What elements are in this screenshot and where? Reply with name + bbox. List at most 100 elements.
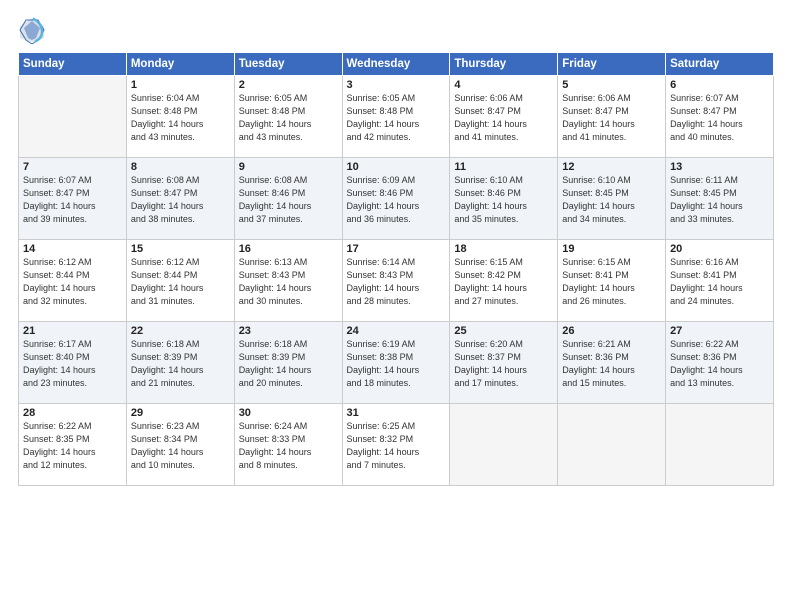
- day-number: 2: [239, 79, 338, 91]
- day-info: Sunrise: 6:11 AMSunset: 8:45 PMDaylight:…: [670, 174, 769, 226]
- calendar-day-cell: 13Sunrise: 6:11 AMSunset: 8:45 PMDayligh…: [666, 158, 774, 240]
- calendar-day-cell: 21Sunrise: 6:17 AMSunset: 8:40 PMDayligh…: [19, 322, 127, 404]
- day-number: 1: [131, 79, 230, 91]
- day-info: Sunrise: 6:07 AMSunset: 8:47 PMDaylight:…: [23, 174, 122, 226]
- calendar-day-cell: 4Sunrise: 6:06 AMSunset: 8:47 PMDaylight…: [450, 76, 558, 158]
- day-number: 7: [23, 161, 122, 173]
- calendar-day-cell: 15Sunrise: 6:12 AMSunset: 8:44 PMDayligh…: [126, 240, 234, 322]
- calendar-day-cell: 10Sunrise: 6:09 AMSunset: 8:46 PMDayligh…: [342, 158, 450, 240]
- day-info: Sunrise: 6:15 AMSunset: 8:41 PMDaylight:…: [562, 256, 661, 308]
- day-number: 23: [239, 325, 338, 337]
- weekday-header: Friday: [558, 53, 666, 76]
- day-number: 16: [239, 243, 338, 255]
- calendar-day-cell: [558, 404, 666, 486]
- calendar-header-row: SundayMondayTuesdayWednesdayThursdayFrid…: [19, 53, 774, 76]
- day-number: 26: [562, 325, 661, 337]
- calendar-day-cell: 14Sunrise: 6:12 AMSunset: 8:44 PMDayligh…: [19, 240, 127, 322]
- day-info: Sunrise: 6:05 AMSunset: 8:48 PMDaylight:…: [239, 92, 338, 144]
- day-number: 24: [347, 325, 446, 337]
- day-info: Sunrise: 6:08 AMSunset: 8:46 PMDaylight:…: [239, 174, 338, 226]
- weekday-header: Wednesday: [342, 53, 450, 76]
- day-info: Sunrise: 6:07 AMSunset: 8:47 PMDaylight:…: [670, 92, 769, 144]
- calendar-day-cell: 26Sunrise: 6:21 AMSunset: 8:36 PMDayligh…: [558, 322, 666, 404]
- calendar-day-cell: 29Sunrise: 6:23 AMSunset: 8:34 PMDayligh…: [126, 404, 234, 486]
- day-number: 6: [670, 79, 769, 91]
- day-number: 18: [454, 243, 553, 255]
- day-number: 10: [347, 161, 446, 173]
- day-number: 5: [562, 79, 661, 91]
- day-info: Sunrise: 6:09 AMSunset: 8:46 PMDaylight:…: [347, 174, 446, 226]
- calendar-day-cell: 20Sunrise: 6:16 AMSunset: 8:41 PMDayligh…: [666, 240, 774, 322]
- day-number: 12: [562, 161, 661, 173]
- day-number: 4: [454, 79, 553, 91]
- calendar-day-cell: 9Sunrise: 6:08 AMSunset: 8:46 PMDaylight…: [234, 158, 342, 240]
- calendar-day-cell: 7Sunrise: 6:07 AMSunset: 8:47 PMDaylight…: [19, 158, 127, 240]
- calendar-day-cell: 12Sunrise: 6:10 AMSunset: 8:45 PMDayligh…: [558, 158, 666, 240]
- calendar-day-cell: 23Sunrise: 6:18 AMSunset: 8:39 PMDayligh…: [234, 322, 342, 404]
- day-info: Sunrise: 6:14 AMSunset: 8:43 PMDaylight:…: [347, 256, 446, 308]
- calendar-day-cell: 6Sunrise: 6:07 AMSunset: 8:47 PMDaylight…: [666, 76, 774, 158]
- calendar-week-row: 14Sunrise: 6:12 AMSunset: 8:44 PMDayligh…: [19, 240, 774, 322]
- day-number: 3: [347, 79, 446, 91]
- day-number: 31: [347, 407, 446, 419]
- day-number: 17: [347, 243, 446, 255]
- calendar-day-cell: 1Sunrise: 6:04 AMSunset: 8:48 PMDaylight…: [126, 76, 234, 158]
- page: SundayMondayTuesdayWednesdayThursdayFrid…: [0, 0, 792, 612]
- day-number: 29: [131, 407, 230, 419]
- calendar-day-cell: 31Sunrise: 6:25 AMSunset: 8:32 PMDayligh…: [342, 404, 450, 486]
- day-info: Sunrise: 6:23 AMSunset: 8:34 PMDaylight:…: [131, 420, 230, 472]
- calendar-day-cell: 28Sunrise: 6:22 AMSunset: 8:35 PMDayligh…: [19, 404, 127, 486]
- day-info: Sunrise: 6:12 AMSunset: 8:44 PMDaylight:…: [131, 256, 230, 308]
- day-info: Sunrise: 6:06 AMSunset: 8:47 PMDaylight:…: [454, 92, 553, 144]
- calendar-day-cell: 17Sunrise: 6:14 AMSunset: 8:43 PMDayligh…: [342, 240, 450, 322]
- day-info: Sunrise: 6:21 AMSunset: 8:36 PMDaylight:…: [562, 338, 661, 390]
- calendar-day-cell: 5Sunrise: 6:06 AMSunset: 8:47 PMDaylight…: [558, 76, 666, 158]
- calendar-table: SundayMondayTuesdayWednesdayThursdayFrid…: [18, 52, 774, 486]
- calendar-day-cell: [666, 404, 774, 486]
- calendar-day-cell: [19, 76, 127, 158]
- logo: [18, 16, 50, 44]
- day-info: Sunrise: 6:22 AMSunset: 8:36 PMDaylight:…: [670, 338, 769, 390]
- calendar-day-cell: 27Sunrise: 6:22 AMSunset: 8:36 PMDayligh…: [666, 322, 774, 404]
- day-info: Sunrise: 6:18 AMSunset: 8:39 PMDaylight:…: [131, 338, 230, 390]
- calendar-day-cell: 19Sunrise: 6:15 AMSunset: 8:41 PMDayligh…: [558, 240, 666, 322]
- calendar-day-cell: 2Sunrise: 6:05 AMSunset: 8:48 PMDaylight…: [234, 76, 342, 158]
- day-info: Sunrise: 6:16 AMSunset: 8:41 PMDaylight:…: [670, 256, 769, 308]
- day-info: Sunrise: 6:06 AMSunset: 8:47 PMDaylight:…: [562, 92, 661, 144]
- weekday-header: Saturday: [666, 53, 774, 76]
- day-number: 27: [670, 325, 769, 337]
- day-info: Sunrise: 6:13 AMSunset: 8:43 PMDaylight:…: [239, 256, 338, 308]
- weekday-header: Tuesday: [234, 53, 342, 76]
- day-number: 11: [454, 161, 553, 173]
- day-number: 25: [454, 325, 553, 337]
- weekday-header: Sunday: [19, 53, 127, 76]
- day-info: Sunrise: 6:25 AMSunset: 8:32 PMDaylight:…: [347, 420, 446, 472]
- day-info: Sunrise: 6:15 AMSunset: 8:42 PMDaylight:…: [454, 256, 553, 308]
- day-number: 20: [670, 243, 769, 255]
- day-number: 9: [239, 161, 338, 173]
- day-info: Sunrise: 6:22 AMSunset: 8:35 PMDaylight:…: [23, 420, 122, 472]
- calendar-day-cell: 25Sunrise: 6:20 AMSunset: 8:37 PMDayligh…: [450, 322, 558, 404]
- day-number: 14: [23, 243, 122, 255]
- weekday-header: Thursday: [450, 53, 558, 76]
- header: [18, 16, 774, 44]
- calendar-day-cell: 24Sunrise: 6:19 AMSunset: 8:38 PMDayligh…: [342, 322, 450, 404]
- weekday-header: Monday: [126, 53, 234, 76]
- day-info: Sunrise: 6:19 AMSunset: 8:38 PMDaylight:…: [347, 338, 446, 390]
- day-info: Sunrise: 6:12 AMSunset: 8:44 PMDaylight:…: [23, 256, 122, 308]
- calendar-week-row: 7Sunrise: 6:07 AMSunset: 8:47 PMDaylight…: [19, 158, 774, 240]
- calendar-day-cell: 18Sunrise: 6:15 AMSunset: 8:42 PMDayligh…: [450, 240, 558, 322]
- day-info: Sunrise: 6:20 AMSunset: 8:37 PMDaylight:…: [454, 338, 553, 390]
- day-info: Sunrise: 6:10 AMSunset: 8:46 PMDaylight:…: [454, 174, 553, 226]
- day-info: Sunrise: 6:04 AMSunset: 8:48 PMDaylight:…: [131, 92, 230, 144]
- calendar-day-cell: 3Sunrise: 6:05 AMSunset: 8:48 PMDaylight…: [342, 76, 450, 158]
- calendar-week-row: 1Sunrise: 6:04 AMSunset: 8:48 PMDaylight…: [19, 76, 774, 158]
- day-info: Sunrise: 6:08 AMSunset: 8:47 PMDaylight:…: [131, 174, 230, 226]
- calendar-day-cell: 16Sunrise: 6:13 AMSunset: 8:43 PMDayligh…: [234, 240, 342, 322]
- day-number: 8: [131, 161, 230, 173]
- day-number: 30: [239, 407, 338, 419]
- day-info: Sunrise: 6:24 AMSunset: 8:33 PMDaylight:…: [239, 420, 338, 472]
- calendar-day-cell: [450, 404, 558, 486]
- calendar-day-cell: 8Sunrise: 6:08 AMSunset: 8:47 PMDaylight…: [126, 158, 234, 240]
- day-number: 28: [23, 407, 122, 419]
